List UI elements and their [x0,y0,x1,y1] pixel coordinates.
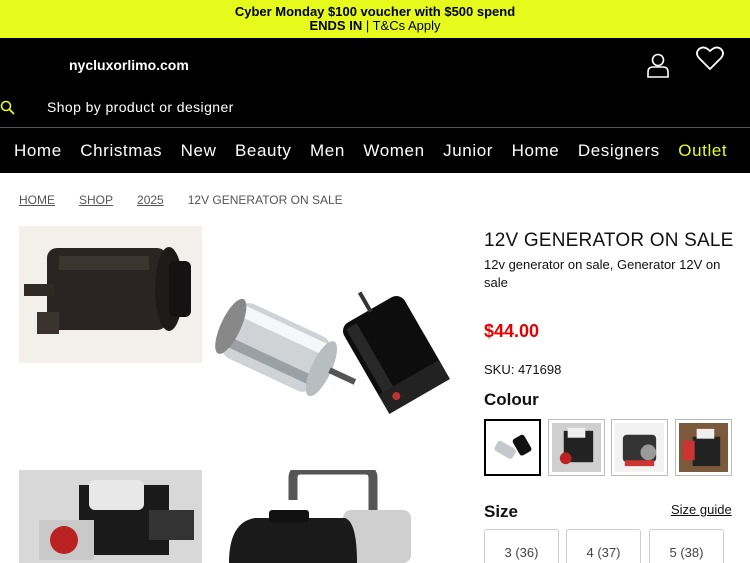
promo-terms[interactable]: | T&Cs Apply [362,18,441,33]
product-title: 12V GENERATOR ON SALE [484,230,734,251]
nav-item-women[interactable]: Women [363,141,424,161]
nav-item-junior[interactable]: Junior [443,141,493,161]
nav-item-christmas[interactable]: Christmas [80,141,162,161]
nav-item-home-2[interactable]: Home [512,141,560,161]
colour-swatch-3[interactable] [611,419,668,476]
site-header: nycluxorlimo.com Shop by product or desi… [0,38,750,173]
breadcrumb-shop[interactable]: SHOP [79,193,113,207]
promo-text: Cyber Monday $100 voucher with $500 spen… [234,4,516,19]
size-option-3[interactable]: 3 (36) [484,529,559,563]
colour-heading: Colour [484,390,539,409]
product-price: $44.00 [484,321,540,341]
promo-banner[interactable]: Cyber Monday $100 voucher with $500 spen… [0,0,750,38]
product-image-3[interactable] [19,470,202,563]
breadcrumb-2025[interactable]: 2025 [137,193,164,207]
nav-item-beauty[interactable]: Beauty [235,141,292,161]
product-sku: SKU: 471698 [484,362,562,377]
product-image-4[interactable] [225,470,415,563]
nav-item-home[interactable]: Home [14,141,62,161]
colour-swatch-1[interactable] [484,419,541,476]
promo-subtext: ENDS IN | T&Cs Apply [0,19,750,33]
promo-ends: ENDS IN [309,18,363,33]
search-icon[interactable] [0,100,16,116]
account-icon[interactable] [646,52,670,78]
breadcrumb-current: 12V GENERATOR ON SALE [187,193,343,207]
product-image-2[interactable] [204,262,460,422]
wishlist-heart-icon[interactable] [696,45,724,71]
nav-item-men[interactable]: Men [310,141,345,161]
size-option-4[interactable]: 4 (37) [566,529,641,563]
main-nav: Home Christmas New Beauty Men Women Juni… [14,141,746,161]
breadcrumb-home[interactable]: HOME [19,193,55,207]
colour-swatch-4[interactable] [675,419,732,476]
product-image-1[interactable] [19,226,202,363]
site-logo[interactable]: nycluxorlimo.com [69,57,189,73]
nav-item-outlet[interactable]: Outlet [678,141,727,161]
breadcrumb: HOME SHOP 2025 12V GENERATOR ON SALE [19,193,343,207]
size-guide-link[interactable]: Size guide [671,502,732,517]
colour-swatch-2[interactable] [548,419,605,476]
nav-item-designers[interactable]: Designers [578,141,660,161]
search-bar[interactable]: Shop by product or designer [0,94,750,128]
size-heading: Size [484,502,519,521]
product-subtitle: 12v generator on sale, Generator 12V on … [484,257,721,290]
size-option-5[interactable]: 5 (38) [649,529,724,563]
search-input[interactable]: Shop by product or designer [47,99,234,115]
nav-item-new[interactable]: New [181,141,217,161]
